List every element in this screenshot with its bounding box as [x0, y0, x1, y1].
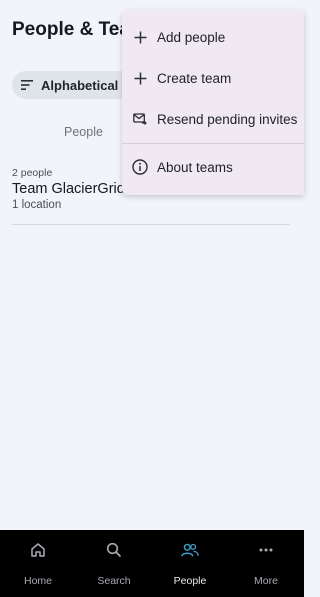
menu-item-add-people[interactable]: Add people	[122, 18, 304, 56]
team-location-count: 1 location	[12, 199, 62, 211]
people-icon	[181, 541, 199, 559]
bottom-nav: Home Search People More	[0, 530, 304, 597]
overflow-menu: Add people Create team Resend pending in…	[122, 10, 304, 195]
nav-item-more[interactable]: More	[228, 530, 304, 597]
sort-dropdown[interactable]: Alphabetical	[12, 71, 136, 99]
menu-divider	[122, 143, 304, 144]
menu-item-label: Create team	[157, 70, 232, 86]
search-icon	[105, 541, 123, 559]
menu-item-about-teams[interactable]: About teams	[122, 148, 304, 186]
menu-item-label: Resend pending invites	[157, 111, 298, 127]
menu-item-label: About teams	[157, 159, 233, 175]
nav-label: People	[173, 575, 207, 587]
nav-label: Search	[97, 575, 131, 587]
nav-label: Home	[23, 575, 52, 587]
list-divider	[12, 224, 290, 225]
nav-item-people[interactable]: People	[152, 530, 228, 597]
nav-item-search[interactable]: Search	[76, 530, 152, 597]
nav-label: More	[254, 575, 278, 587]
sort-label: Alphabetical	[41, 77, 119, 93]
page-title: People & Tea	[12, 19, 130, 40]
home-icon	[29, 541, 47, 559]
tab-people[interactable]: People	[64, 125, 103, 139]
plus-icon	[132, 70, 148, 86]
menu-item-create-team[interactable]: Create team	[122, 59, 304, 97]
menu-item-label: Add people	[157, 29, 226, 45]
nav-item-home[interactable]: Home	[0, 530, 76, 597]
menu-item-resend-invites[interactable]: Resend pending invites	[122, 100, 304, 138]
info-icon	[132, 159, 148, 175]
plus-icon	[132, 29, 148, 45]
sort-icon	[20, 78, 34, 92]
more-icon	[257, 541, 275, 559]
mail-resend-icon	[132, 111, 148, 127]
